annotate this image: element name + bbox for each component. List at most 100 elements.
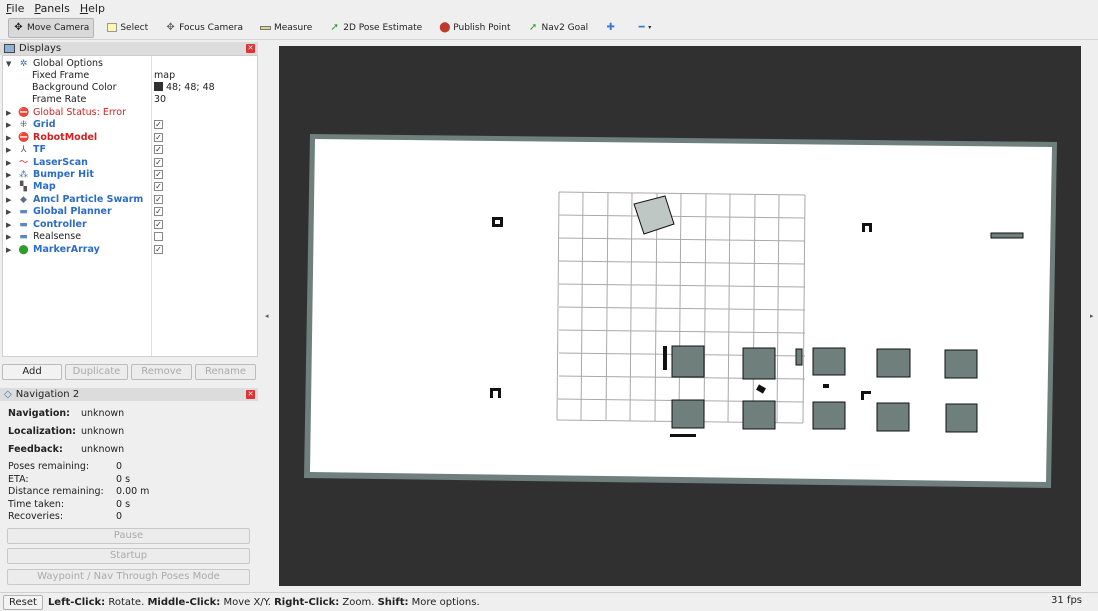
chevron-right-icon[interactable]: ▶ — [6, 119, 11, 131]
chevron-right-icon[interactable]: ▶ — [6, 144, 11, 156]
chevron-right-icon[interactable]: ▶ — [6, 181, 11, 193]
tree-row-markerarray[interactable]: ▶ ⬤ MarkerArray ✓ — [3, 244, 257, 256]
close-icon[interactable]: ✕ — [246, 44, 255, 53]
chevron-right-icon[interactable]: ▶ — [6, 244, 11, 256]
global-options-label: Global Options — [33, 58, 103, 69]
chevron-down-icon: ▾ — [648, 24, 652, 31]
enabled-checkbox[interactable]: ✓ — [154, 145, 163, 154]
tree-row-global-options[interactable]: ▼ ✲ Global Options — [3, 58, 257, 70]
chevron-right-icon[interactable]: ▶ — [6, 157, 11, 169]
chevron-right-icon[interactable]: ▶ — [6, 169, 11, 181]
chevron-right-icon[interactable]: ▶ — [6, 107, 11, 119]
render-viewport[interactable] — [279, 46, 1081, 586]
enabled-checkbox[interactable] — [154, 232, 163, 241]
waypoint-mode-button[interactable]: Waypoint / Nav Through Poses Mode — [7, 569, 250, 585]
tool-measure[interactable]: Measure — [256, 18, 316, 38]
feedback-status-row: Feedback: unknown — [8, 444, 258, 456]
tool-2d-pose-estimate[interactable]: ➚ 2D Pose Estimate — [325, 18, 426, 38]
enabled-checkbox[interactable]: ✓ — [154, 158, 163, 167]
add-tool-button[interactable]: ✚ — [601, 18, 623, 38]
display-name: Amcl Particle Swarm — [33, 194, 144, 205]
chevron-right-icon[interactable]: ▶ — [6, 194, 11, 206]
chevron-right-icon[interactable]: ▶ — [6, 219, 11, 231]
tree-row-tf[interactable]: ▶ ⅄ TF ✓ — [3, 144, 257, 156]
occupancy-map — [304, 134, 1057, 488]
enabled-checkbox[interactable]: ✓ — [154, 220, 163, 229]
fixed-frame-value[interactable]: map — [154, 70, 175, 82]
navigation-title: Navigation 2 — [15, 389, 80, 400]
tool-publish-point[interactable]: ⬤ Publish Point — [435, 18, 514, 38]
tree-row-bumper-hit[interactable]: ▶ ⁂ Bumper Hit ✓ — [3, 169, 257, 181]
map-icon: ▚ — [20, 182, 27, 192]
tree-row-amcl-particle-swarm[interactable]: ▶ ◆ Amcl Particle Swarm ✓ — [3, 194, 257, 206]
enabled-checkbox[interactable]: ✓ — [154, 182, 163, 191]
collapse-right-icon[interactable]: ▸ — [1090, 312, 1094, 320]
grid-icon: ⁜ — [19, 120, 28, 130]
duplicate-button[interactable]: Duplicate — [65, 364, 128, 380]
tree-row-map[interactable]: ▶ ▚ Map ✓ — [3, 181, 257, 193]
tree-row-robotmodel[interactable]: ▶ ⛔ RobotModel ✓ — [3, 132, 257, 144]
reset-button[interactable]: Reset — [3, 594, 43, 610]
background-color-value-wrap[interactable]: 48; 48; 48 — [154, 82, 215, 94]
chevron-right-icon[interactable]: ▶ — [6, 231, 11, 243]
remove-button[interactable]: Remove — [131, 364, 192, 380]
tool-label: Measure — [273, 22, 313, 33]
minus-icon: ━ — [638, 22, 645, 33]
laser-scan-icon: 〜 — [18, 158, 28, 168]
enabled-checkbox[interactable]: ✓ — [154, 120, 163, 129]
tool-move-camera[interactable]: ✥ Move Camera — [8, 17, 95, 38]
startup-button[interactable]: Startup — [7, 548, 250, 564]
collapse-left-icon[interactable]: ◂ — [265, 312, 269, 320]
tool-label: Focus Camera — [179, 22, 243, 33]
tree-row-global-planner[interactable]: ▶ ▬ Global Planner ✓ — [3, 206, 257, 218]
stat-label: Poses remaining: — [8, 461, 90, 472]
map-free-space — [310, 139, 1052, 482]
enabled-checkbox[interactable]: ✓ — [154, 170, 163, 179]
add-button[interactable]: Add — [2, 364, 62, 380]
monitor-icon — [4, 44, 15, 53]
enabled-checkbox[interactable]: ✓ — [154, 195, 163, 204]
tool-label: Move Camera — [27, 22, 90, 33]
tree-row-global-status[interactable]: ▶ ⛔ Global Status: Error — [3, 107, 257, 119]
chevron-down-icon[interactable]: ▼ — [6, 58, 11, 70]
tool-focus-camera[interactable]: ✥ Focus Camera — [161, 18, 247, 38]
tree-row-laserscan[interactable]: ▶ 〜 LaserScan ✓ — [3, 157, 257, 169]
rename-button[interactable]: Rename — [195, 364, 256, 380]
green-arrow-icon: ➚ — [528, 22, 538, 33]
tool-select[interactable]: Select — [103, 18, 152, 38]
enabled-checkbox[interactable]: ✓ — [154, 207, 163, 216]
remove-tool-button[interactable]: ━ ▾ — [632, 18, 655, 38]
gear-icon: ✲ — [19, 59, 28, 69]
menu-file[interactable]: File — [6, 2, 24, 15]
display-name: RobotModel — [33, 132, 98, 143]
tool-nav2-goal[interactable]: ➚ Nav2 Goal — [524, 18, 593, 38]
distance-remaining-row: Distance remaining: 0.00 m — [8, 486, 258, 498]
pause-button[interactable]: Pause — [7, 528, 250, 544]
status-value: unknown — [81, 426, 125, 437]
display-name: Controller — [33, 219, 87, 230]
menu-help[interactable]: Help — [80, 2, 105, 15]
tree-row-realsense[interactable]: ▶ ▬ Realsense — [3, 231, 257, 243]
chevron-right-icon[interactable]: ▶ — [6, 206, 11, 218]
status-label: Navigation: — [8, 408, 70, 419]
displays-tree: ▼ ✲ Global Options Fixed Frame map Backg… — [2, 55, 258, 357]
chevron-right-icon[interactable]: ▶ — [6, 132, 11, 144]
recoveries-row: Recoveries: 0 — [8, 511, 258, 523]
tree-row-grid[interactable]: ▶ ⁜ Grid ✓ — [3, 119, 257, 131]
menu-panels[interactable]: Panels — [34, 2, 69, 15]
tree-row-fixed-frame[interactable]: Fixed Frame map — [3, 70, 257, 82]
close-icon[interactable]: ✕ — [246, 390, 255, 399]
plus-icon: ✚ — [606, 22, 615, 33]
tree-row-controller[interactable]: ▶ ▬ Controller ✓ — [3, 219, 257, 231]
frame-rate-value[interactable]: 30 — [154, 94, 166, 106]
hint-key: Middle-Click: — [147, 596, 221, 608]
enabled-checkbox[interactable]: ✓ — [154, 245, 163, 254]
poses-remaining-row: Poses remaining: 0 — [8, 461, 258, 473]
folder-icon: ▬ — [19, 232, 28, 242]
tree-row-background-color[interactable]: Background Color 48; 48; 48 — [3, 82, 257, 94]
navigation-panel-icon: ◇ — [4, 389, 12, 400]
enabled-checkbox[interactable]: ✓ — [154, 133, 163, 142]
focus-camera-icon: ✥ — [166, 22, 175, 33]
tree-row-frame-rate[interactable]: Frame Rate 30 — [3, 94, 257, 106]
display-name: Global Planner — [33, 206, 112, 217]
